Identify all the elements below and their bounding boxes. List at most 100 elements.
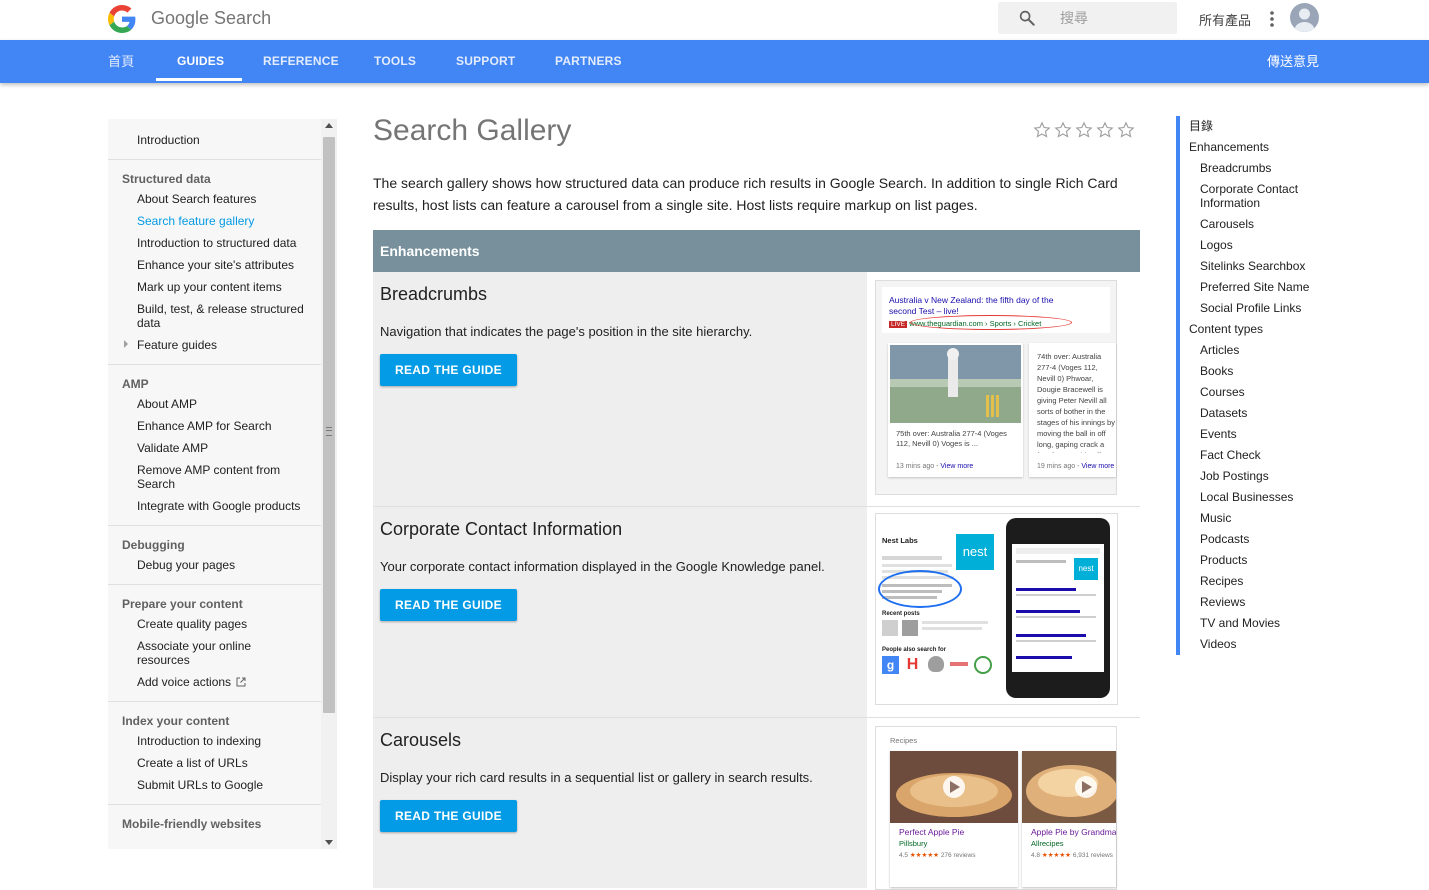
read-guide-button[interactable]: READ THE GUIDE <box>380 589 517 621</box>
tab-guides[interactable]: GUIDES <box>177 40 224 83</box>
sidebar-item-introduction[interactable]: Introduction <box>108 129 321 151</box>
highlight-circle-icon <box>878 570 962 608</box>
toc-item-carousels[interactable]: Carousels <box>1189 214 1339 235</box>
text-line <box>1016 594 1096 596</box>
text-line <box>882 556 942 560</box>
sidebar-item-build-test-release[interactable]: Build, test, & release structured data <box>108 298 321 334</box>
table-row: Breadcrumbs Navigation that indicates th… <box>373 272 1140 507</box>
phone-mockup: nest <box>1006 518 1110 698</box>
sidebar-heading: Prepare your content <box>122 597 243 611</box>
tab-support[interactable]: SUPPORT <box>456 40 515 83</box>
rating-stars[interactable] <box>1033 121 1135 141</box>
sidebar-scrollbar[interactable] <box>321 119 337 849</box>
scroll-down-arrow-icon[interactable] <box>325 840 333 845</box>
sidebar-item-debug-pages[interactable]: Debug your pages <box>108 554 321 576</box>
feature-description: Display your rich card results in a sequ… <box>380 770 813 785</box>
nest-logo: nest <box>1074 558 1098 580</box>
star-outline-icon[interactable] <box>1096 121 1114 139</box>
search-result-card: Australia v New Zealand: the fifth day o… <box>882 287 1110 333</box>
search-box[interactable] <box>998 2 1177 34</box>
toc-item-logos[interactable]: Logos <box>1189 235 1339 256</box>
toc-item-social-profile-links[interactable]: Social Profile Links <box>1189 298 1339 319</box>
toc-item-books[interactable]: Books <box>1189 361 1339 382</box>
card-meta: 13 mins ago - View more <box>896 463 974 470</box>
tab-partners[interactable]: PARTNERS <box>555 40 622 83</box>
tab-reference[interactable]: REFERENCE <box>263 40 339 83</box>
feature-description: Navigation that indicates the page's pos… <box>380 324 753 339</box>
breadcrumb-screenshot: Australia v New Zealand: the fifth day o… <box>875 280 1117 495</box>
toc-item-sitelinks-searchbox[interactable]: Sitelinks Searchbox <box>1189 256 1339 277</box>
scroll-up-arrow-icon[interactable] <box>325 123 333 128</box>
avatar[interactable] <box>1290 3 1319 32</box>
sidebar-item-enhance-amp[interactable]: Enhance AMP for Search <box>108 415 321 437</box>
star-outline-icon[interactable] <box>1033 121 1051 139</box>
sidebar-item-enhance-attributes[interactable]: Enhance your site's attributes <box>108 254 321 276</box>
google-brand-icon: g <box>882 656 899 674</box>
carousel-label: Recipes <box>890 736 918 745</box>
toc-item-music[interactable]: Music <box>1189 508 1339 529</box>
sidebar-item-integrate-google[interactable]: Integrate with Google products <box>108 495 321 517</box>
toc-section-enhancements[interactable]: Enhancements <box>1189 137 1339 158</box>
send-feedback-link[interactable]: 傳送意見 <box>1267 40 1319 83</box>
expand-caret-icon[interactable] <box>124 340 128 348</box>
sidebar-item-intro-structured-data[interactable]: Introduction to structured data <box>108 232 321 254</box>
toc-item-datasets[interactable]: Datasets <box>1189 403 1339 424</box>
text-line <box>882 564 952 567</box>
tab-tools[interactable]: TOOLS <box>374 40 416 83</box>
search-input[interactable] <box>1060 6 1170 30</box>
sidebar-group-index-content: Index your content Introduction to index… <box>108 702 321 805</box>
search-icon[interactable] <box>1018 9 1036 27</box>
read-guide-button[interactable]: READ THE GUIDE <box>380 800 517 832</box>
all-products-link[interactable]: 所有產品 <box>1199 10 1251 29</box>
star-outline-icon[interactable] <box>1054 121 1072 139</box>
sidebar-item-mark-up-content[interactable]: Mark up your content items <box>108 276 321 298</box>
sidebar-item-about-amp[interactable]: About AMP <box>108 393 321 415</box>
toc-item-courses[interactable]: Courses <box>1189 382 1339 403</box>
star-outline-icon[interactable] <box>1117 121 1135 139</box>
toc-item-tv-movies[interactable]: TV and Movies <box>1189 613 1339 634</box>
site-title[interactable]: Google Search <box>151 8 271 29</box>
toc-item-videos[interactable]: Videos <box>1189 634 1339 655</box>
read-guide-button[interactable]: READ THE GUIDE <box>380 354 517 386</box>
toc-item-podcasts[interactable]: Podcasts <box>1189 529 1339 550</box>
active-tab-indicator <box>156 78 242 81</box>
tab-home[interactable]: 首頁 <box>108 40 134 83</box>
feature-description: Your corporate contact information displ… <box>380 559 825 574</box>
toc-item-job-postings[interactable]: Job Postings <box>1189 466 1339 487</box>
sidebar-item-feature-guides[interactable]: Feature guides <box>108 334 321 356</box>
sidebar-item-intro-indexing[interactable]: Introduction to indexing <box>108 730 321 752</box>
phone-screen: nest <box>1012 544 1104 672</box>
toc-item-events[interactable]: Events <box>1189 424 1339 445</box>
toc-item-products[interactable]: Products <box>1189 550 1339 571</box>
toc-item-breadcrumbs[interactable]: Breadcrumbs <box>1189 158 1339 179</box>
google-logo-icon[interactable] <box>108 5 136 33</box>
recipe-source: Allrecipes <box>1031 839 1064 848</box>
sidebar-item-voice-actions[interactable]: Add voice actions <box>108 671 321 693</box>
toc-item-preferred-site-name[interactable]: Preferred Site Name <box>1189 277 1339 298</box>
toc-item-fact-check[interactable]: Fact Check <box>1189 445 1339 466</box>
toc-item-recipes[interactable]: Recipes <box>1189 571 1339 592</box>
star-outline-icon[interactable] <box>1075 121 1093 139</box>
sidebar-item-search-feature-gallery[interactable]: Search feature gallery <box>108 210 321 232</box>
sidebar-item-remove-amp[interactable]: Remove AMP content from Search <box>108 459 321 495</box>
toc-item-reviews[interactable]: Reviews <box>1189 592 1339 613</box>
toc-section-content-types[interactable]: Content types <box>1189 319 1339 340</box>
toc-item-articles[interactable]: Articles <box>1189 340 1339 361</box>
sidebar-item-about-search-features[interactable]: About Search features <box>108 188 321 210</box>
left-sidebar: Introduction Structured data About Searc… <box>108 119 321 849</box>
text-line <box>1016 634 1086 637</box>
toc-item-local-businesses[interactable]: Local Businesses <box>1189 487 1339 508</box>
sidebar-item-submit-urls[interactable]: Submit URLs to Google <box>108 774 321 796</box>
text-line <box>922 621 988 624</box>
sidebar-group-amp: AMP About AMP Enhance AMP for Search Val… <box>108 365 321 526</box>
toc-item-corporate-contact[interactable]: Corporate Contact Information <box>1189 179 1339 214</box>
honeywell-brand-icon: H <box>906 656 919 673</box>
more-vert-icon[interactable] <box>1268 10 1276 28</box>
sidebar-item-associate-resources[interactable]: Associate your online resources <box>108 635 321 671</box>
sidebar-item-validate-amp[interactable]: Validate AMP <box>108 437 321 459</box>
scrollbar-thumb[interactable] <box>323 137 335 713</box>
rating-value: 4.8 <box>1031 852 1041 859</box>
sidebar-item-list-urls[interactable]: Create a list of URLs <box>108 752 321 774</box>
sidebar-item-quality-pages[interactable]: Create quality pages <box>108 613 321 635</box>
text-line <box>922 627 982 630</box>
